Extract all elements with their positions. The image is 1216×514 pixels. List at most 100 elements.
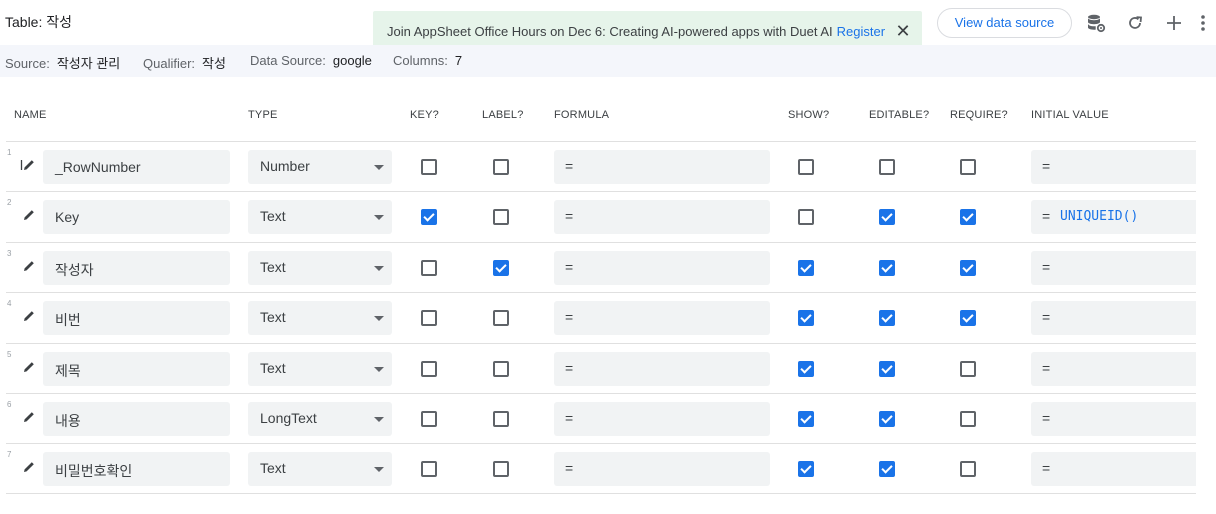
show-checkbox[interactable] [798, 209, 814, 225]
formula-input[interactable]: = [554, 251, 770, 285]
label-checkbox[interactable] [493, 209, 509, 225]
label-checkbox[interactable] [493, 159, 509, 175]
show-checkbox[interactable] [798, 310, 814, 326]
edit-pencil-icon[interactable] [20, 157, 36, 173]
column-type-select[interactable]: LongText [248, 402, 392, 436]
column-name-input[interactable]: 내용 [43, 402, 230, 436]
dropdown-caret-icon [374, 215, 384, 220]
label-checkbox[interactable] [493, 361, 509, 377]
editable-checkbox[interactable] [879, 159, 895, 175]
formula-input[interactable]: = [554, 301, 770, 335]
view-data-source-button[interactable]: View data source [937, 8, 1072, 38]
formula-input[interactable]: = [554, 200, 770, 234]
formula-equals: = [565, 460, 574, 476]
close-icon[interactable]: ✕ [894, 22, 912, 40]
notice-message: Join AppSheet Office Hours on Dec 6: Cre… [387, 24, 885, 39]
formula-equals: = [565, 360, 574, 376]
require-checkbox[interactable] [960, 159, 976, 175]
column-header-require: REQUIRE? [950, 109, 1008, 121]
initial-value-input[interactable]: = [1031, 251, 1196, 285]
edit-pencil-icon[interactable] [20, 258, 36, 274]
initial-value-equals: = [1042, 259, 1051, 275]
require-checkbox[interactable] [960, 209, 976, 225]
register-link[interactable]: Register [837, 24, 885, 39]
initial-value-input[interactable]: = [1031, 352, 1196, 386]
column-name-text: 내용 [55, 413, 81, 429]
key-checkbox[interactable] [421, 411, 437, 427]
column-name-input[interactable]: Key [43, 200, 230, 234]
show-checkbox[interactable] [798, 260, 814, 276]
column-name-input[interactable]: _RowNumber [43, 150, 230, 184]
formula-input[interactable]: = [554, 452, 770, 486]
show-checkbox[interactable] [798, 461, 814, 477]
column-name-input[interactable]: 작성자 [43, 251, 230, 285]
edit-pencil-icon[interactable] [20, 459, 36, 475]
column-name-text: 비번 [55, 312, 81, 328]
column-type-select[interactable]: Text [248, 352, 392, 386]
key-checkbox[interactable] [421, 209, 437, 225]
initial-value-input[interactable]: = [1031, 402, 1196, 436]
dropdown-caret-icon [374, 165, 384, 170]
require-checkbox[interactable] [960, 411, 976, 427]
editable-checkbox[interactable] [879, 310, 895, 326]
initial-value-input[interactable]: = [1031, 301, 1196, 335]
column-type-select[interactable]: Number [248, 150, 392, 184]
refresh-icon[interactable] [1124, 12, 1146, 34]
column-type-value: Text [260, 208, 286, 224]
key-checkbox[interactable] [421, 159, 437, 175]
columns-label: Columns: [393, 53, 448, 68]
column-type-value: Number [260, 158, 310, 174]
key-checkbox[interactable] [421, 461, 437, 477]
row-number: 7 [7, 450, 12, 459]
add-icon[interactable] [1163, 12, 1185, 34]
editable-checkbox[interactable] [879, 461, 895, 477]
initial-value-input[interactable]: = [1031, 150, 1196, 184]
table-info-bar: Source: 작성자 관리 Qualifier: 작성 Data Source: g… [0, 45, 1216, 77]
editable-checkbox[interactable] [879, 209, 895, 225]
edit-pencil-icon[interactable] [20, 359, 36, 375]
row-number: 3 [7, 249, 12, 258]
database-settings-icon[interactable] [1085, 12, 1107, 34]
key-checkbox[interactable] [421, 260, 437, 276]
label-checkbox[interactable] [493, 411, 509, 427]
label-checkbox[interactable] [493, 260, 509, 276]
datasource-label: Data Source: [250, 53, 326, 68]
show-checkbox[interactable] [798, 361, 814, 377]
column-type-value: Text [260, 460, 286, 476]
initial-value-equals: = [1042, 460, 1051, 476]
column-name-input[interactable]: 제목 [43, 352, 230, 386]
column-type-select[interactable]: Text [248, 301, 392, 335]
edit-pencil-icon[interactable] [20, 409, 36, 425]
show-checkbox[interactable] [798, 159, 814, 175]
require-checkbox[interactable] [960, 461, 976, 477]
require-checkbox[interactable] [960, 361, 976, 377]
column-type-select[interactable]: Text [248, 452, 392, 486]
column-type-select[interactable]: Text [248, 200, 392, 234]
dropdown-caret-icon [374, 266, 384, 271]
table-row: 3 작성자 Text = = [6, 242, 1196, 293]
require-checkbox[interactable] [960, 310, 976, 326]
initial-value-equals: = [1042, 410, 1051, 426]
more-vert-icon[interactable] [1194, 12, 1212, 34]
require-checkbox[interactable] [960, 260, 976, 276]
column-name-input[interactable]: 비번 [43, 301, 230, 335]
edit-pencil-icon[interactable] [20, 308, 36, 324]
formula-input[interactable]: = [554, 352, 770, 386]
key-checkbox[interactable] [421, 310, 437, 326]
initial-value-equals: = [1042, 208, 1051, 224]
formula-input[interactable]: = [554, 402, 770, 436]
label-checkbox[interactable] [493, 310, 509, 326]
key-checkbox[interactable] [421, 361, 437, 377]
column-type-select[interactable]: Text [248, 251, 392, 285]
show-checkbox[interactable] [798, 411, 814, 427]
initial-value-input[interactable]: = UNIQUEID() [1031, 200, 1196, 234]
label-checkbox[interactable] [493, 461, 509, 477]
edit-pencil-icon[interactable] [20, 207, 36, 223]
column-name-input[interactable]: 비밀번호확인 [43, 452, 230, 486]
initial-value-input[interactable]: = [1031, 452, 1196, 486]
editable-checkbox[interactable] [879, 361, 895, 377]
editable-checkbox[interactable] [879, 260, 895, 276]
editable-checkbox[interactable] [879, 411, 895, 427]
formula-input[interactable]: = [554, 150, 770, 184]
table-row: 2 Key Text = = UNIQUEID() [6, 191, 1196, 242]
